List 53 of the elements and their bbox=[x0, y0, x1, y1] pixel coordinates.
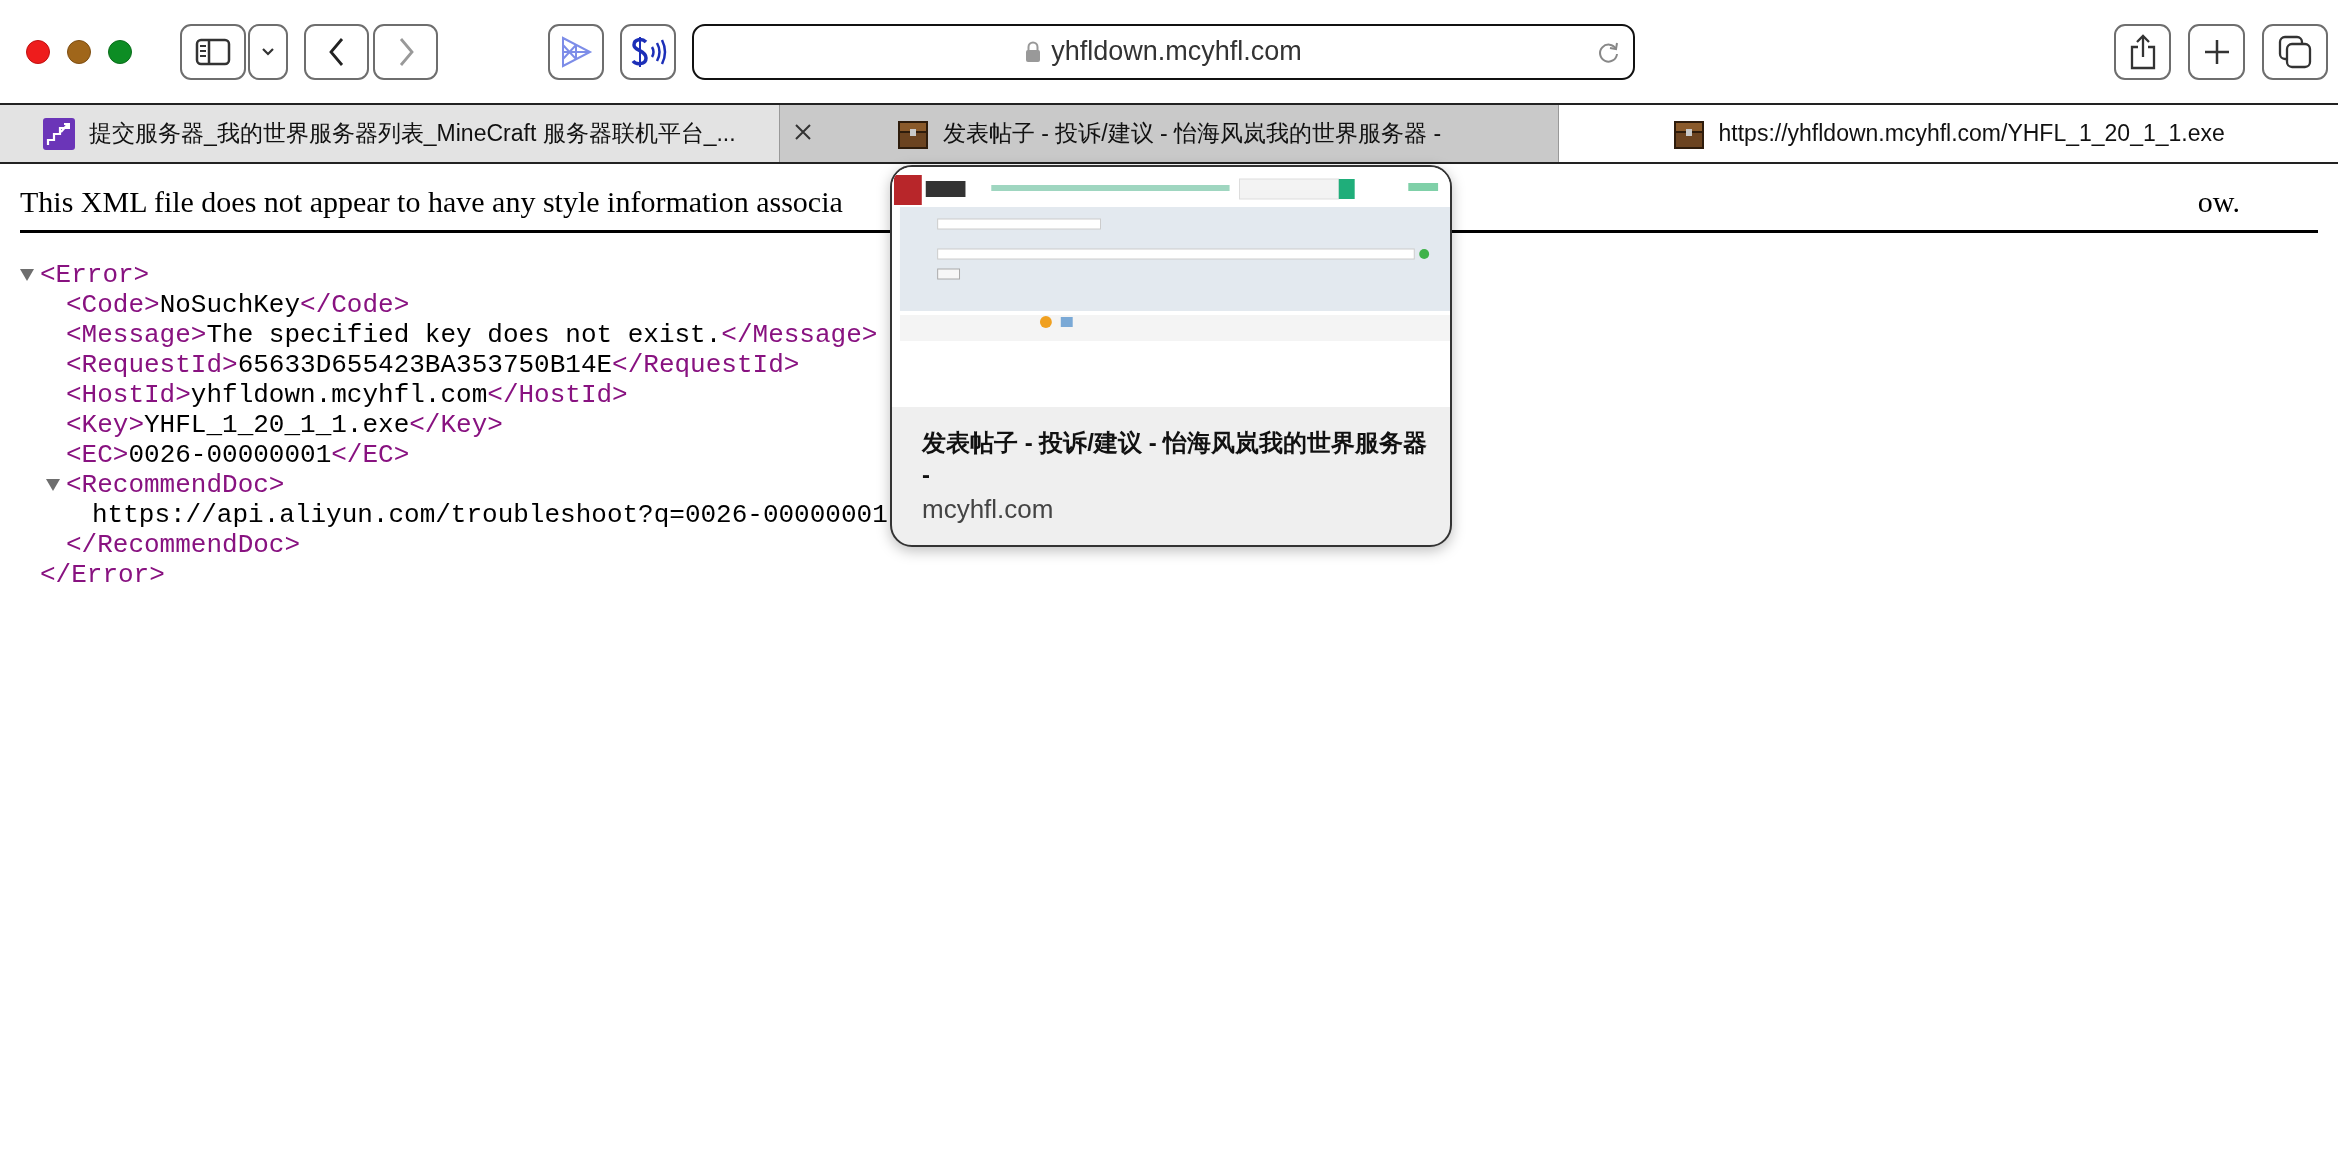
lock-icon bbox=[1025, 40, 1042, 63]
back-button[interactable] bbox=[304, 23, 369, 80]
xml-tag: <HostId> bbox=[66, 380, 191, 410]
zoom-button[interactable] bbox=[108, 39, 132, 64]
xml-value: 0026-00000001 bbox=[128, 440, 332, 470]
dropdown-button[interactable] bbox=[248, 23, 288, 80]
xml-tag: </HostId> bbox=[487, 380, 628, 410]
xml-notice-text: This XML file does not appear to have any style information associa bbox=[20, 184, 843, 220]
plus-icon bbox=[2202, 37, 2231, 66]
tabs-icon bbox=[2278, 34, 2312, 69]
share-icon bbox=[2128, 33, 2157, 70]
address-bar[interactable]: yhfldown.mcyhfl.com bbox=[692, 23, 1635, 80]
browser-tab[interactable]: 提交服务器_我的世界服务器列表_MineCraft 服务器联机平台_... bbox=[0, 105, 780, 162]
sound-extension-icon[interactable] bbox=[620, 23, 676, 80]
tab-overview-button[interactable] bbox=[2262, 23, 2328, 80]
sidebar-icon bbox=[195, 37, 231, 66]
disclosure-triangle-icon[interactable] bbox=[46, 479, 60, 491]
xml-value: https://api.aliyun.com/troubleshoot?q=0026-00000001 bbox=[92, 500, 888, 530]
xml-tag: <Message> bbox=[66, 320, 207, 350]
xml-value: NoSuchKey bbox=[159, 290, 301, 320]
disclosure-triangle-icon[interactable] bbox=[20, 269, 34, 281]
close-button[interactable] bbox=[26, 39, 50, 64]
xml-tag: </EC> bbox=[331, 440, 410, 470]
xml-tag: <Key> bbox=[66, 410, 144, 440]
xml-tag: </Code> bbox=[300, 290, 410, 320]
stairs-favicon-icon bbox=[43, 117, 75, 150]
xml-tag: </RequestId> bbox=[612, 350, 800, 380]
share-button[interactable] bbox=[2114, 23, 2171, 80]
xml-tag: </Message> bbox=[721, 320, 878, 350]
xml-value: 65633D655423BA353750B14E bbox=[237, 350, 613, 380]
close-icon[interactable] bbox=[793, 123, 812, 141]
xml-tag: <Error> bbox=[40, 260, 150, 290]
preview-domain: mcyhfl.com bbox=[922, 493, 1055, 526]
minimize-button[interactable] bbox=[67, 39, 91, 64]
xml-tag: </RecommendDoc> bbox=[66, 530, 301, 560]
xml-notice-text: ow. bbox=[2197, 184, 2240, 220]
xml-value: yhfldown.mcyhfl.com bbox=[190, 380, 488, 410]
xml-value: YHFL_1_20_1_1.exe bbox=[144, 410, 410, 440]
xml-value: The specified key does not exist. bbox=[206, 320, 722, 350]
xml-tag: </Key> bbox=[409, 410, 503, 440]
browser-tab[interactable]: 发表帖子 - 投诉/建议 - 怡海风岚我的世界服务器 - bbox=[779, 105, 1560, 162]
sidebar-button[interactable] bbox=[180, 23, 246, 80]
chevron-down-icon bbox=[261, 46, 275, 57]
triangle-extension-icon[interactable] bbox=[548, 23, 604, 80]
preview-title: 发表帖子 - 投诉/建议 - 怡海风岚我的世界服务器 - bbox=[922, 428, 1429, 490]
xml-tag: </Error> bbox=[40, 560, 165, 590]
address-text: yhfldown.mcyhfl.com bbox=[1051, 36, 1302, 67]
new-tab-button[interactable] bbox=[2188, 23, 2245, 80]
xml-tag: <Code> bbox=[66, 290, 160, 320]
forward-button[interactable] bbox=[373, 23, 438, 80]
xml-tag: <EC> bbox=[66, 440, 129, 470]
xml-tag: <RequestId> bbox=[66, 350, 238, 380]
xml-tag: <RecommendDoc> bbox=[66, 470, 285, 500]
